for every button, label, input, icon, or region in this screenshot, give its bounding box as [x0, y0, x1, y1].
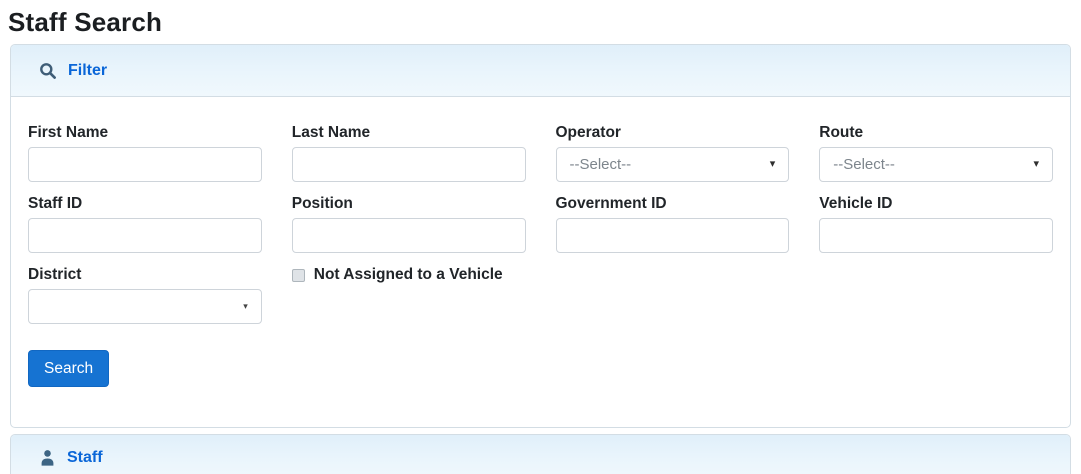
last-name-label: Last Name — [292, 125, 526, 141]
not-assigned-checkbox[interactable] — [292, 269, 305, 282]
field-last-name: Last Name — [292, 125, 526, 182]
vehicle-id-label: Vehicle ID — [819, 196, 1053, 212]
chevron-down-icon: ▾ — [1033, 159, 1039, 170]
government-id-input[interactable] — [556, 218, 790, 253]
field-staff-id: Staff ID — [28, 196, 262, 253]
field-district: District ▾ — [28, 267, 262, 324]
field-position: Position — [292, 196, 526, 253]
operator-label: Operator — [556, 125, 790, 141]
person-icon — [39, 449, 56, 466]
not-assigned-label: Not Assigned to a Vehicle — [314, 267, 503, 283]
not-assigned-filter[interactable]: Not Assigned to a Vehicle — [292, 267, 526, 283]
field-first-name: First Name — [28, 125, 262, 182]
field-vehicle-id: Vehicle ID — [819, 196, 1053, 253]
route-select-value: --Select-- — [833, 148, 895, 181]
district-select[interactable]: ▾ — [28, 289, 262, 324]
staff-id-input[interactable] — [28, 218, 262, 253]
vehicle-id-input[interactable] — [819, 218, 1053, 253]
filter-form: First Name Last Name Operator --Select--… — [28, 125, 1053, 338]
position-input[interactable] — [292, 218, 526, 253]
chevron-down-icon: ▾ — [243, 302, 248, 311]
operator-select-value: --Select-- — [570, 148, 632, 181]
field-government-id: Government ID — [556, 196, 790, 253]
staff-panel-title: Staff — [67, 448, 103, 467]
first-name-input[interactable] — [28, 147, 262, 182]
page-title: Staff Search — [8, 7, 1081, 38]
route-select[interactable]: --Select-- ▾ — [819, 147, 1053, 182]
field-route: Route --Select-- ▾ — [819, 125, 1053, 182]
search-icon — [39, 62, 57, 80]
government-id-label: Government ID — [556, 196, 790, 212]
route-label: Route — [819, 125, 1053, 141]
operator-select[interactable]: --Select-- ▾ — [556, 147, 790, 182]
filter-panel: Filter First Name Last Name Operator --S… — [10, 44, 1071, 428]
district-label: District — [28, 267, 262, 283]
staff-panel-header[interactable]: Staff — [11, 435, 1070, 474]
chevron-down-icon: ▾ — [770, 159, 776, 170]
filter-panel-title: Filter — [68, 61, 107, 80]
staff-panel: Staff — [10, 434, 1071, 474]
filter-panel-header[interactable]: Filter — [11, 45, 1070, 97]
last-name-input[interactable] — [292, 147, 526, 182]
filter-panel-body: First Name Last Name Operator --Select--… — [11, 97, 1070, 427]
first-name-label: First Name — [28, 125, 262, 141]
search-button[interactable]: Search — [28, 350, 109, 387]
staff-id-label: Staff ID — [28, 196, 262, 212]
field-operator: Operator --Select-- ▾ — [556, 125, 790, 182]
position-label: Position — [292, 196, 526, 212]
